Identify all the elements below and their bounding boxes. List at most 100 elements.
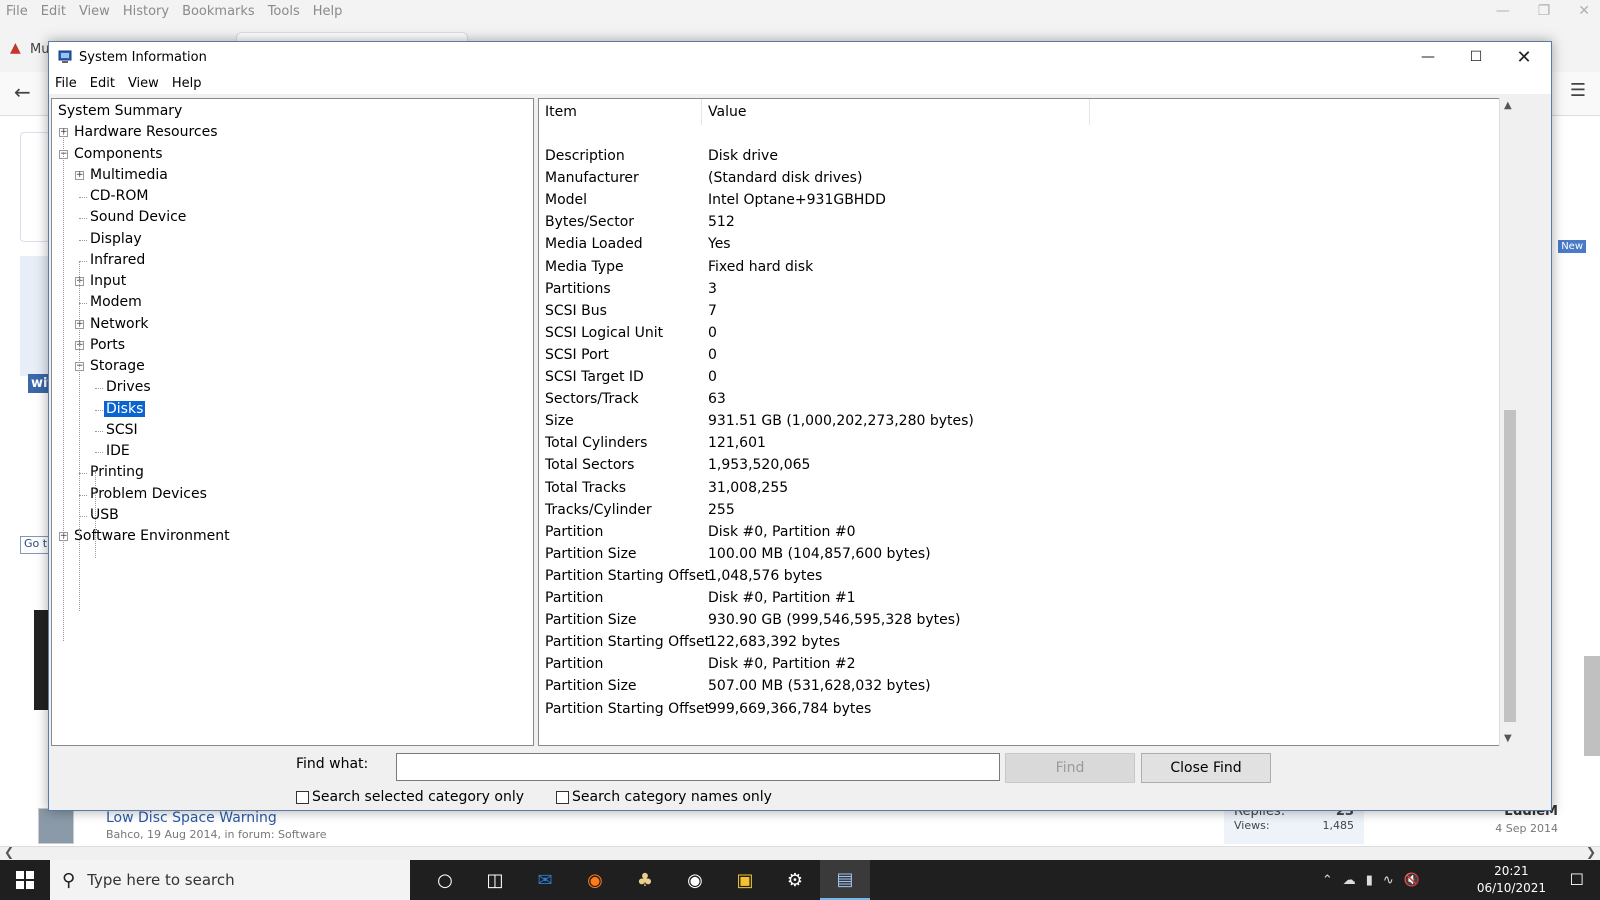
tree-item-label[interactable]: Sound Device [88,209,188,225]
tree-item-network[interactable]: Network [88,314,150,335]
tree-item-usb[interactable]: USB [88,505,121,526]
details-row[interactable]: SCSI Port 0 [539,344,1518,366]
tree-item-label[interactable]: Storage [88,358,147,374]
minimize-icon[interactable]: — [1405,42,1451,72]
cortana-icon[interactable]: ○ [420,860,470,900]
tree-item-scsi[interactable]: SCSI [104,420,140,441]
browser-menu-tools[interactable]: Tools [268,4,300,19]
menu-edit[interactable]: Edit [90,76,115,91]
browser-vertical-scrollbar[interactable] [1552,116,1600,846]
details-row[interactable]: Total Cylinders 121,601 [539,432,1518,454]
browser-horizontal-scrollbar[interactable]: ❮ ❯ [0,845,1600,860]
details-row[interactable]: Manufacturer (Standard disk drives) [539,167,1518,189]
browser-menu-help[interactable]: Help [313,4,343,19]
tree-item-components[interactable]: Components [72,144,165,165]
details-row[interactable]: SCSI Target ID 0 [539,366,1518,388]
details-row[interactable]: Partition Starting Offset 1,048,576 bytes [539,565,1518,587]
tree-item-label[interactable]: System Summary [56,103,184,119]
tree-item-label[interactable]: SCSI [104,422,140,438]
details-row[interactable]: Total Tracks 31,008,255 [539,477,1518,499]
checkbox-box[interactable] [296,790,309,804]
onedrive-cloud-icon[interactable]: ☁ [1343,873,1356,888]
browser-menu-history[interactable]: History [123,4,169,19]
search-category-names-label[interactable]: Search category names only [572,789,772,805]
taskbar-search-placeholder[interactable]: Type here to search [87,871,234,889]
tree-item-label[interactable]: Input [88,273,128,289]
volume-muted-icon[interactable]: 🔇 [1404,873,1420,888]
tree-item-cd-rom[interactable]: CD-ROM [88,186,150,207]
app-icon[interactable]: ♣ [620,860,670,900]
details-row[interactable]: Bytes/Sector 512 [539,211,1518,233]
search-selected-category-label[interactable]: Search selected category only [312,789,524,805]
details-row[interactable]: Partition Disk #0, Partition #1 [539,587,1518,609]
taskbar-clock[interactable]: 20:21 06/10/2021 [1477,863,1546,897]
tree-item-input[interactable]: Input [88,271,128,292]
back-arrow-icon[interactable]: ← [14,80,31,104]
tree-item-label[interactable]: Modem [88,294,144,310]
close-icon[interactable]: ✕ [1501,42,1547,72]
details-row[interactable]: Partition Size 507.00 MB (531,628,032 byt… [539,675,1518,697]
column-header-value[interactable]: Value [708,104,746,120]
details-row[interactable]: Partition Disk #0, Partition #0 [539,521,1518,543]
search-category-names-checkbox[interactable]: Search category names only [556,789,772,805]
checkbox-box[interactable] [556,790,569,804]
menu-file[interactable]: File [55,76,77,91]
browser-menu-file[interactable]: File [6,4,28,19]
tree-item-storage[interactable]: Storage [88,356,147,377]
details-row[interactable]: Media Loaded Yes [539,233,1518,255]
category-tree[interactable]: System Summary Hardware Resources + Compone… [51,98,534,746]
tree-item-problem-devices[interactable]: Problem Devices [88,484,209,505]
browser-minimize-icon[interactable]: — [1496,3,1510,19]
details-row[interactable]: Partitions 3 [539,278,1518,300]
tree-item-label[interactable]: Drives [104,379,153,395]
goto-button[interactable]: Go t [20,536,50,554]
browser-menu-bookmarks[interactable]: Bookmarks [182,4,255,19]
search-selected-category-checkbox[interactable]: Search selected category only [296,789,524,805]
menu-help[interactable]: Help [172,76,202,91]
close-find-button[interactable]: Close Find [1141,753,1271,783]
column-header-item[interactable]: Item [545,104,577,120]
scroll-up-icon[interactable]: ▲ [1504,100,1512,111]
battery-icon[interactable]: ▮ [1366,873,1373,888]
details-row[interactable]: Partition Starting Offset 122,683,392 byt… [539,631,1518,653]
tree-item-hardware-resources[interactable]: Hardware Resources [72,122,220,143]
details-row[interactable]: Sectors/Track 63 [539,388,1518,410]
details-row[interactable]: Partition Disk #0, Partition #2 [539,653,1518,675]
tree-item-label[interactable]: Display [88,231,144,247]
task-view-icon[interactable]: ◫ [470,860,520,900]
tree-item-infrared[interactable]: Infrared [88,250,147,271]
browser-scroll-thumb[interactable] [1584,656,1600,756]
details-scrollbar[interactable]: ▲ ▼ [1499,98,1519,746]
details-row[interactable]: Partition Size 930.90 GB (999,546,595,328… [539,609,1518,631]
scroll-down-icon[interactable]: ▼ [1504,733,1512,744]
hamburger-menu-icon[interactable]: ☰ [1570,80,1586,101]
wifi-icon[interactable]: ∿ [1383,873,1394,888]
details-row[interactable]: Partition Starting Offset 999,669,366,784… [539,698,1518,720]
tree-item-label[interactable]: USB [88,507,121,523]
tree-item-label[interactable]: Printing [88,464,146,480]
details-row[interactable]: Tracks/Cylinder 255 [539,499,1518,521]
notification-center-icon[interactable]: ☐ [1570,870,1584,889]
show-hidden-icons-icon[interactable]: ⌃ [1322,873,1333,888]
details-row[interactable]: Model Intel Optane+931GBHDD [539,189,1518,211]
tree-item-label[interactable]: IDE [104,443,132,459]
tree-item-system-summary[interactable]: System Summary [56,101,184,122]
tree-item-display[interactable]: Display [88,229,144,250]
find-what-input[interactable] [396,753,1000,781]
tree-item-ide[interactable]: IDE [104,441,132,462]
scroll-left-icon[interactable]: ❮ [4,845,14,859]
tree-item-ports[interactable]: Ports [88,335,127,356]
thread-row[interactable]: Low Disc Space Warning Bahco, 19 Aug 201… [38,804,1558,846]
title-bar[interactable]: System Information — ☐ ✕ [49,42,1551,72]
browser-menu-edit[interactable]: Edit [41,4,66,19]
scroll-right-icon[interactable]: ❯ [1586,845,1596,859]
tree-item-label[interactable]: Disks [104,400,146,417]
tree-item-label[interactable]: Problem Devices [88,486,209,502]
browser-close-icon[interactable]: ✕ [1578,3,1590,19]
details-row[interactable]: SCSI Logical Unit 0 [539,322,1518,344]
browser-restore-icon[interactable]: ❐ [1538,3,1551,19]
tree-item-label[interactable]: Components [72,146,165,162]
tree-item-modem[interactable]: Modem [88,292,144,313]
settings-gear-icon[interactable]: ⚙ [770,860,820,900]
tree-item-label[interactable]: CD-ROM [88,188,150,204]
